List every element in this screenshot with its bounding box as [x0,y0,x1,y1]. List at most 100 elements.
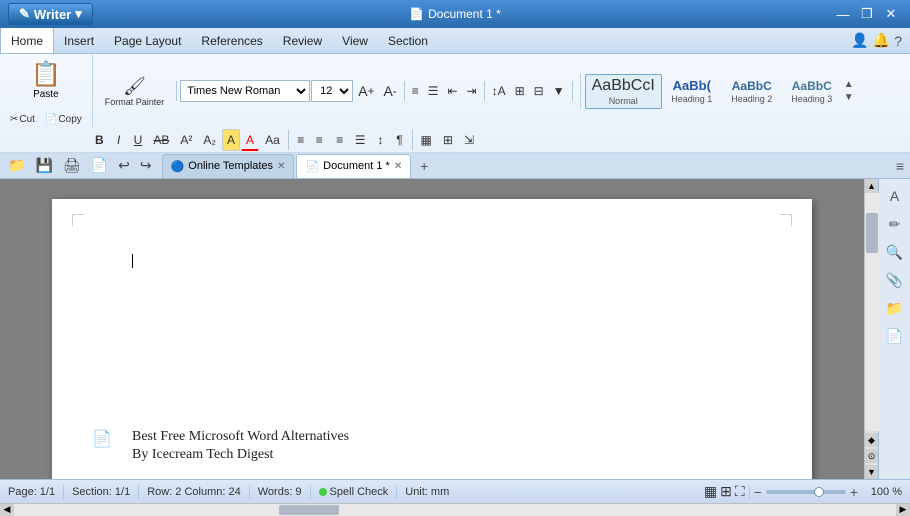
font-name-selector[interactable]: Times New Roman [180,80,310,102]
restore-button[interactable]: ❐ [856,5,878,23]
horizontal-scrollbar[interactable]: ◀ ▶ [0,503,910,515]
align-left-button[interactable]: ≡ [292,129,310,151]
menu-view[interactable]: View [332,28,378,53]
numbered-list-button[interactable]: ☰ [424,80,443,102]
paragraph-marks-button[interactable]: ¶ [391,129,409,151]
text-shading-button[interactable]: ▦ [416,129,437,151]
table-button[interactable]: ⊞ [511,80,529,102]
style-heading3[interactable]: AaBbC Heading 3 [782,76,842,107]
font-grow-button[interactable]: A+ [354,80,378,102]
bullet-list-button[interactable]: ≡ [408,80,423,102]
sidebar-doc-icon[interactable]: 📄 [882,323,908,349]
menu-page-layout[interactable]: Page Layout [104,28,191,53]
bold-button[interactable]: B [90,129,109,151]
tab-doc1-close[interactable]: ✕ [394,161,402,172]
zoom-thumb[interactable] [814,487,824,497]
borders-button[interactable]: ⊞ [438,129,458,151]
user-icon[interactable]: 👤 [851,32,868,49]
menu-section[interactable]: Section [378,28,438,53]
decrease-indent-button[interactable]: ⇤ [443,80,461,102]
sidebar-folder-icon[interactable]: 📁 [882,295,908,321]
font-size-selector[interactable]: 12 [311,80,353,102]
scroll-track[interactable] [865,193,879,431]
qa-new-button[interactable]: 📄 [87,155,112,176]
tab-document1[interactable]: 📄 Document 1 * ✕ [296,154,411,178]
menu-review[interactable]: Review [273,28,332,53]
copy-button[interactable]: 📄 Copy [41,112,86,127]
sidebar-edit-icon[interactable]: ✏ [882,211,908,237]
more-button[interactable]: ▼ [549,80,569,102]
scroll-down-arrow[interactable]: ▼ [865,465,879,479]
align-right-button[interactable]: ≡ [331,129,349,151]
app-dropdown-arrow[interactable]: ▾ [75,6,82,22]
menu-references[interactable]: References [191,28,272,53]
document-content: 📄 Best Free Microsoft Word Alternatives … [132,429,732,463]
document-viewport[interactable]: 📄 Best Free Microsoft Word Alternatives … [0,179,864,479]
tab-templates-close[interactable]: ✕ [277,161,285,172]
char-format-button[interactable]: Aa [260,129,285,151]
vertical-scrollbar[interactable]: ▲ ◆ ⊙ ▼ [864,179,878,479]
strikethrough-button[interactable]: AB [148,129,174,151]
scroll-extra2[interactable]: ⊙ [865,449,879,463]
view-web-icon[interactable]: ⊞ [720,483,732,500]
tab-online-templates[interactable]: 🔵 Online Templates ✕ [162,154,295,178]
font-color-button[interactable]: A [241,129,259,151]
expand-button[interactable]: ⇲ [459,129,479,151]
gallery-up-arrow[interactable]: ▲ [842,78,856,91]
zoom-slider[interactable] [766,490,846,494]
sort-button[interactable]: ↕A [488,80,510,102]
hscroll-thumb[interactable] [279,505,339,515]
gallery-down-arrow[interactable]: ▼ [842,91,856,104]
format-painter-button[interactable]: 🖌 Format Painter [100,73,170,110]
line-spacing-button[interactable]: ↕ [372,129,390,151]
cut-button[interactable]: ✂ Cut [6,112,39,127]
style-heading2[interactable]: AaBbC Heading 2 [722,76,782,107]
sidebar-attach-icon[interactable]: 📎 [882,267,908,293]
align-center-button[interactable]: ≡ [311,129,330,151]
increase-indent-button[interactable]: ⇥ [463,80,481,102]
scroll-extra1[interactable]: ◆ [865,433,879,447]
hscroll-left-arrow[interactable]: ◀ [0,504,14,516]
scroll-thumb[interactable] [866,213,878,253]
new-tab-button[interactable]: + [413,155,435,177]
paste-icon: 📋 [31,60,61,89]
italic-button[interactable]: I [110,129,128,151]
font-shrink-button[interactable]: A- [379,80,400,102]
style-normal[interactable]: AaBbCcI Normal [585,74,662,109]
highlight-button[interactable]: A [222,129,240,151]
underline-button[interactable]: U [129,129,148,151]
justify-button[interactable]: ☰ [350,129,371,151]
zoom-out-button[interactable]: − [754,484,762,500]
hscroll-right-arrow[interactable]: ▶ [896,504,910,516]
qa-save-button[interactable]: 💾 [31,155,56,176]
view-full-icon[interactable]: ⛶ [735,483,745,500]
scroll-extra-controls: ◆ ⊙ [865,431,879,465]
sidebar-text-icon[interactable]: A [882,183,908,209]
unit-info: Unit: mm [405,486,449,498]
close-button[interactable]: ✕ [880,5,902,23]
paste-button[interactable]: 📋 Paste [26,57,66,103]
insert-table-button[interactable]: ⊟ [530,80,548,102]
scroll-up-arrow[interactable]: ▲ [865,179,879,193]
zoom-in-button[interactable]: + [850,484,858,500]
qa-folder-button[interactable]: 📁 [4,155,29,176]
notification-icon[interactable]: 🔔 [873,32,890,49]
app-button[interactable]: ✎ Writer ▾ [8,3,93,25]
superscript-button[interactable]: A² [175,129,197,151]
menu-insert[interactable]: Insert [54,28,104,53]
hscroll-track[interactable] [14,504,896,516]
sidebar-search-icon[interactable]: 🔍 [882,239,908,265]
spell-check-status[interactable]: Spell Check [319,486,389,498]
style-heading3-preview: AaBbC [792,79,832,93]
style-heading1[interactable]: AaBb( Heading 1 [662,75,722,107]
qa-print-button[interactable]: 🖨 [59,155,85,176]
view-normal-icon[interactable]: ▦ [704,483,717,500]
menu-home[interactable]: Home [0,28,54,53]
qa-redo-button[interactable]: ↪ [136,155,156,176]
tabs-scroll-icon[interactable]: ≡ [896,158,904,174]
help-icon[interactable]: ? [894,33,902,49]
subscript-button[interactable]: A₂ [198,129,221,151]
minimize-button[interactable]: — [832,5,854,23]
document-page[interactable]: 📄 Best Free Microsoft Word Alternatives … [52,199,812,479]
qa-undo-button[interactable]: ↩ [114,155,134,176]
